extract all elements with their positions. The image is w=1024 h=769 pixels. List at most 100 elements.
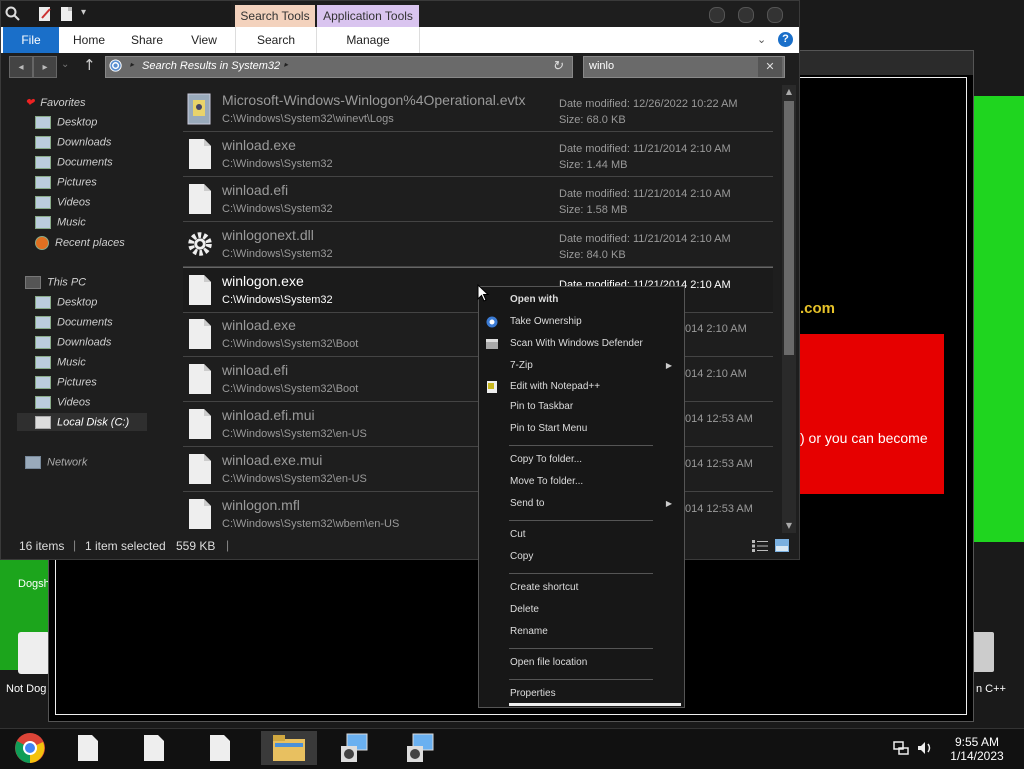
taskbar-file-explorer[interactable] bbox=[261, 731, 317, 765]
details-view-icon[interactable] bbox=[752, 540, 768, 552]
menu-item-copy-to-folder[interactable]: Copy To folder... bbox=[510, 454, 582, 465]
taskbar-file-1[interactable] bbox=[60, 731, 116, 765]
address-text[interactable]: Search Results in System32 bbox=[142, 60, 280, 72]
taskbar-installer-1[interactable] bbox=[327, 731, 383, 765]
recycle-bin-icon[interactable] bbox=[972, 632, 994, 672]
nav-pc-desktop[interactable]: Desktop bbox=[35, 296, 97, 309]
menu-item-properties[interactable]: Properties bbox=[510, 688, 556, 699]
nav-pc-pictures[interactable]: Pictures bbox=[35, 376, 97, 389]
maximize-button[interactable] bbox=[738, 7, 754, 23]
menu-item-take-ownership[interactable]: Take Ownership bbox=[510, 316, 582, 327]
menu-item-open-file-location[interactable]: Open file location bbox=[510, 657, 587, 668]
chevron-down-icon[interactable]: ⌄ bbox=[757, 33, 766, 46]
scroll-down-arrow-icon[interactable]: ▼ bbox=[784, 521, 794, 531]
large-icons-view-icon[interactable] bbox=[775, 539, 789, 552]
file-row[interactable]: Microsoft-Windows-Winlogon%4Operational.… bbox=[183, 87, 773, 132]
file-size: Size: 1.58 MB bbox=[559, 204, 628, 216]
nav-item-pictures[interactable]: Pictures bbox=[35, 176, 97, 189]
tab-search[interactable]: Search bbox=[235, 27, 317, 53]
recent-locations-icon[interactable]: ⌄ bbox=[61, 59, 69, 70]
breadcrumb-arrow-icon[interactable]: ▸ bbox=[284, 60, 288, 69]
file-path: C:\Windows\System32\Boot bbox=[222, 383, 359, 395]
desktop-label-dogsh[interactable]: Dogsh bbox=[18, 578, 50, 590]
nav-pc-videos[interactable]: Videos bbox=[35, 396, 90, 409]
nav-this-pc[interactable]: This PC bbox=[25, 276, 86, 289]
nav-favorites[interactable]: ❤ Favorites bbox=[25, 96, 85, 109]
menu-item-copy[interactable]: Copy bbox=[510, 551, 533, 562]
nav-item-documents[interactable]: Documents bbox=[35, 156, 113, 169]
tab-file[interactable]: File bbox=[3, 27, 59, 53]
file-icon bbox=[189, 364, 211, 394]
file-name: winload.exe.mui bbox=[222, 452, 323, 468]
nav-item-music[interactable]: Music bbox=[35, 216, 86, 229]
file-date-modified: 014 12:53 AM bbox=[685, 413, 753, 425]
address-bar[interactable]: ▸ Search Results in System32 ▸ ↻ bbox=[105, 56, 573, 78]
back-button[interactable]: ◂ bbox=[9, 56, 33, 78]
file-icon bbox=[210, 735, 230, 761]
menu-item-create-shortcut[interactable]: Create shortcut bbox=[510, 582, 578, 593]
taskbar-clock[interactable]: 9:55 AM 1/14/2023 bbox=[938, 735, 1016, 763]
menu-item-move-to-folder[interactable]: Move To folder... bbox=[510, 476, 583, 487]
menu-item-scan-defender[interactable]: Scan With Windows Defender bbox=[510, 338, 643, 349]
nav-pc-documents[interactable]: Documents bbox=[35, 316, 113, 329]
new-folder-icon[interactable] bbox=[59, 6, 75, 22]
submenu-arrow-icon: ▶ bbox=[665, 499, 672, 508]
properties-icon[interactable] bbox=[37, 6, 53, 22]
nav-item-videos[interactable]: Videos bbox=[35, 196, 90, 209]
tab-home[interactable]: Home bbox=[63, 27, 115, 53]
tab-view[interactable]: View bbox=[179, 27, 229, 53]
volume-icon[interactable] bbox=[917, 740, 933, 756]
nav-pc-music[interactable]: Music bbox=[35, 356, 86, 369]
refresh-icon[interactable]: ↻ bbox=[552, 58, 563, 74]
scroll-up-arrow-icon[interactable]: ▲ bbox=[784, 87, 794, 97]
chevron-down-icon[interactable]: ▾ bbox=[81, 7, 86, 18]
desktop-label-not-dog[interactable]: Not Dog bbox=[6, 683, 46, 695]
clear-search-button[interactable]: ✕ bbox=[758, 57, 782, 77]
scrollbar-thumb[interactable] bbox=[784, 101, 794, 355]
menu-item-rename[interactable]: Rename bbox=[510, 626, 548, 637]
taskbar-file-3[interactable] bbox=[192, 731, 248, 765]
file-row[interactable]: winload.exe C:\Windows\System32 Date mod… bbox=[183, 132, 773, 177]
file-row[interactable]: winlogonext.dll C:\Windows\System32 Date… bbox=[183, 222, 773, 267]
desktop-wallpaper-green bbox=[972, 96, 1024, 542]
start-button[interactable] bbox=[2, 731, 58, 765]
taskbar-file-2[interactable] bbox=[126, 731, 182, 765]
menu-item-7zip[interactable]: 7-Zip bbox=[510, 360, 533, 371]
minimize-button[interactable] bbox=[709, 7, 725, 23]
nav-item-downloads[interactable]: Downloads bbox=[35, 136, 111, 149]
network-tray-icon[interactable] bbox=[893, 740, 909, 756]
search-input[interactable]: winlo ✕ bbox=[583, 56, 785, 78]
taskbar-installer-2[interactable] bbox=[393, 731, 449, 765]
nav-network[interactable]: Network bbox=[25, 456, 87, 469]
nav-pc-downloads[interactable]: Downloads bbox=[35, 336, 111, 349]
search-input-value[interactable]: winlo bbox=[589, 60, 614, 72]
nav-local-disk[interactable]: Local Disk (C:) bbox=[17, 413, 147, 431]
menu-item-pin-start[interactable]: Pin to Start Menu bbox=[510, 423, 587, 434]
search-icon[interactable] bbox=[5, 6, 21, 22]
menu-item-open-with[interactable]: Open with bbox=[510, 294, 558, 305]
tab-manage[interactable]: Manage bbox=[317, 27, 420, 53]
close-button[interactable] bbox=[767, 7, 783, 23]
nav-item-desktop[interactable]: Desktop bbox=[35, 116, 97, 129]
menu-item-pin-taskbar[interactable]: Pin to Taskbar bbox=[510, 401, 573, 412]
file-row[interactable]: winload.efi C:\Windows\System32 Date mod… bbox=[183, 177, 773, 222]
tab-application-tools[interactable]: Application Tools bbox=[317, 5, 419, 27]
menu-item-delete[interactable]: Delete bbox=[510, 604, 539, 615]
desktop-label-cpp[interactable]: n C++ bbox=[976, 683, 1006, 695]
nav-item-recent-places[interactable]: Recent places bbox=[35, 236, 125, 250]
navigation-pane: ❤ Favorites Desktop Downloads Documents P… bbox=[1, 83, 181, 535]
breadcrumb-arrow-icon[interactable]: ▸ bbox=[130, 60, 134, 69]
tab-search-tools[interactable]: Search Tools bbox=[235, 5, 315, 27]
file-date-modified: Date modified: 11/21/2014 2:10 AM bbox=[559, 188, 731, 200]
status-selected-count: 1 item selected bbox=[85, 539, 166, 553]
up-arrow-icon[interactable]: ↑ bbox=[83, 56, 96, 74]
vertical-scrollbar[interactable]: ▲ ▼ bbox=[782, 85, 796, 533]
tab-share[interactable]: Share bbox=[119, 27, 175, 53]
desktop-file-icon[interactable] bbox=[18, 632, 50, 674]
forward-button[interactable]: ▸ bbox=[33, 56, 57, 78]
menu-item-edit-notepad[interactable]: Edit with Notepad++ bbox=[510, 381, 600, 392]
menu-item-send-to[interactable]: Send to bbox=[510, 498, 544, 509]
menu-item-cut[interactable]: Cut bbox=[510, 529, 526, 540]
folder-icon bbox=[273, 735, 305, 761]
help-icon[interactable]: ? bbox=[778, 32, 793, 47]
